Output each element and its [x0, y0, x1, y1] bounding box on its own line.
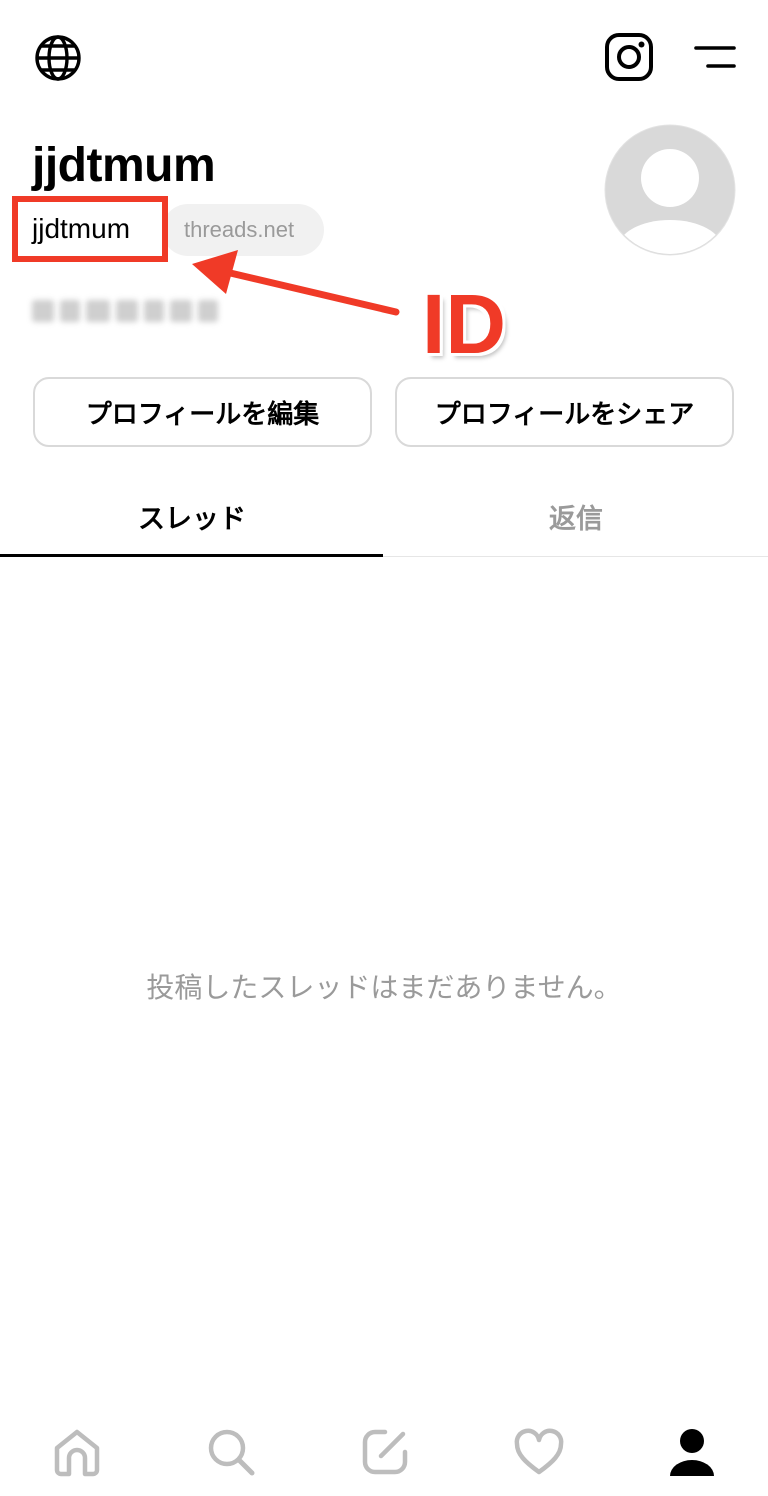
- tab-threads[interactable]: スレッド: [0, 476, 384, 556]
- menu-icon[interactable]: [693, 42, 737, 72]
- threads-profile-screen: jjdtmum threads.net jjdtmum ID プロフィールを編集…: [0, 0, 768, 1496]
- default-avatar-icon[interactable]: [604, 124, 736, 256]
- home-icon[interactable]: [49, 1424, 105, 1480]
- compose-icon[interactable]: [357, 1424, 413, 1480]
- globe-icon[interactable]: [32, 32, 84, 84]
- heart-icon[interactable]: [511, 1424, 567, 1480]
- profile-icon[interactable]: [664, 1424, 720, 1480]
- annotation-arrow: [192, 250, 400, 316]
- active-tab-indicator: [0, 554, 383, 557]
- profile-tabs: スレッド 返信: [0, 476, 768, 557]
- username-highlighted: jjdtmum: [12, 196, 168, 262]
- search-icon[interactable]: [203, 1424, 259, 1480]
- bottom-navigation: [0, 1410, 768, 1496]
- instagram-icon[interactable]: [604, 32, 654, 82]
- profile-display-name: jjdtmum: [32, 139, 216, 192]
- tab-replies[interactable]: 返信: [384, 476, 768, 556]
- annotation-id-label: ID: [422, 277, 506, 371]
- empty-state-message: 投稿したスレッドはまだありません。: [146, 971, 622, 1004]
- edit-profile-button[interactable]: プロフィールを編集: [33, 377, 372, 447]
- share-profile-button[interactable]: プロフィールをシェア: [395, 377, 734, 447]
